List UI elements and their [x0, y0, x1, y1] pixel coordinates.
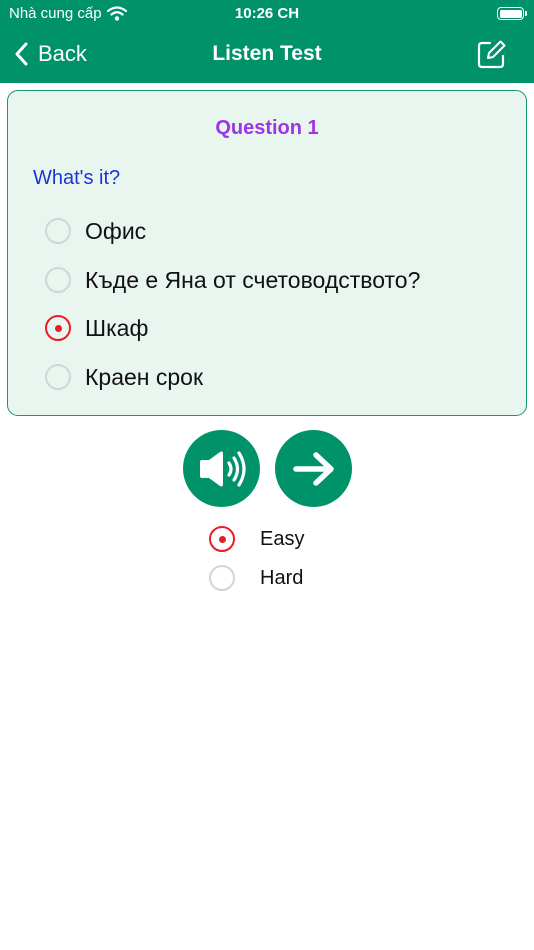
- edit-button[interactable]: [476, 40, 506, 70]
- difficulty-label: Hard: [260, 566, 304, 589]
- radio-button[interactable]: [45, 267, 71, 293]
- answer-label: Къде е Яна от счетоводството?: [85, 266, 421, 293]
- speaker-icon: [199, 450, 246, 487]
- answer-label: Офис: [85, 217, 147, 244]
- radio-button[interactable]: [45, 364, 71, 390]
- answer-option[interactable]: Краен срок: [45, 362, 203, 392]
- play-audio-button[interactable]: [183, 430, 260, 507]
- radio-button[interactable]: [209, 565, 235, 591]
- status-time: 10:26 CH: [234, 5, 300, 22]
- radio-button[interactable]: [209, 526, 235, 552]
- header: Nhà cung cấp 10:26 CH Back Listen Test: [0, 0, 534, 83]
- answer-option[interactable]: Офис: [45, 216, 146, 246]
- difficulty-option-hard[interactable]: Hard: [209, 564, 303, 592]
- difficulty-label: Easy: [260, 527, 305, 550]
- answer-option[interactable]: Къде е Яна от счетоводството?: [45, 265, 420, 295]
- difficulty-option-easy[interactable]: Easy: [209, 525, 304, 553]
- answer-option[interactable]: Шкаф: [45, 313, 148, 343]
- battery-icon: [497, 7, 527, 20]
- question-title: Question 1: [215, 117, 319, 139]
- status-bar: Nhà cung cấp 10:26 CH: [0, 0, 534, 28]
- next-button[interactable]: [275, 430, 352, 507]
- answer-label: Шкаф: [85, 314, 149, 341]
- question-card: Question 1 What's it? Офис Къде е Яна от…: [7, 90, 527, 416]
- radio-button[interactable]: [45, 315, 71, 341]
- page-title: Listen Test: [212, 42, 322, 65]
- question-prompt: What's it?: [33, 167, 121, 189]
- arrow-right-icon: [292, 451, 334, 486]
- radio-button[interactable]: [45, 218, 71, 244]
- edit-icon: [477, 40, 506, 69]
- answer-label: Краен срок: [85, 363, 204, 390]
- nav-bar: Back Listen Test: [0, 28, 534, 83]
